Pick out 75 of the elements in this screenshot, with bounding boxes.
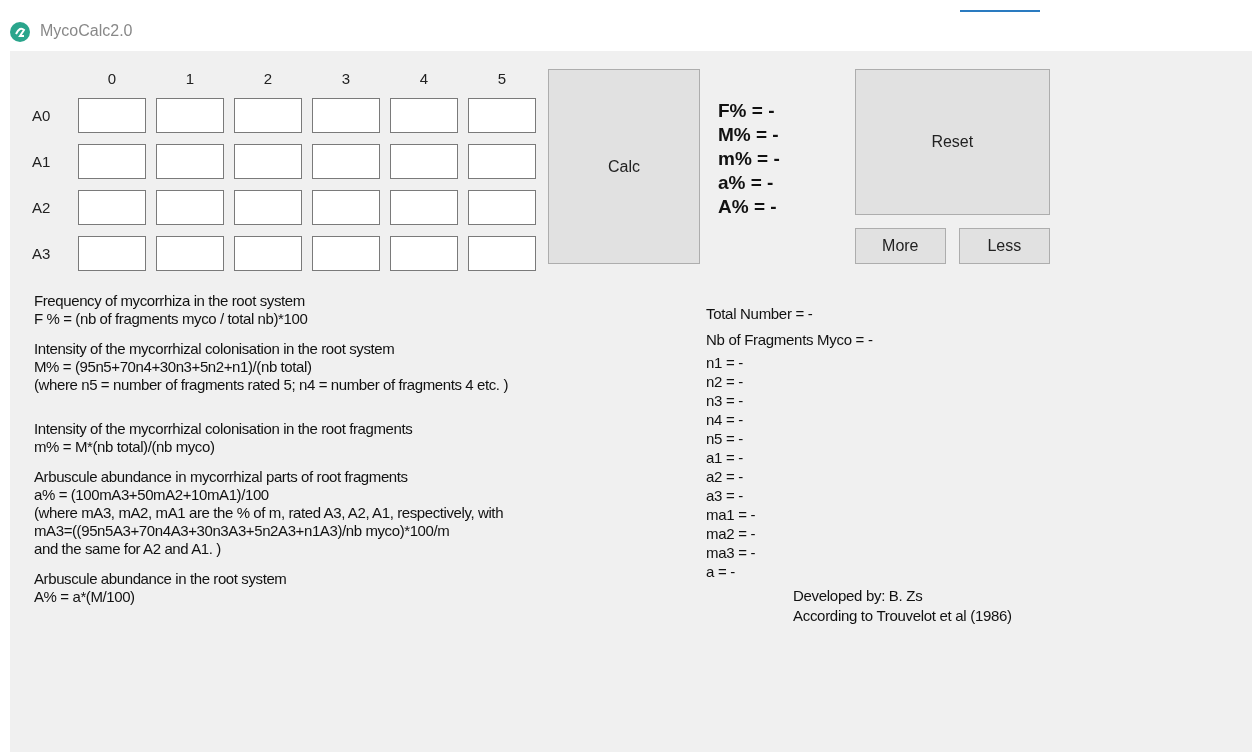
stat-label: ma1 = -	[706, 505, 757, 524]
stat-label: Total Number = -	[706, 304, 814, 324]
formula-text: mA3=((95n5A3+70n4A3+30n3A3+5n2A3+n1A3)/nb myco)*100/m	[34, 522, 451, 540]
input-field[interactable]	[78, 144, 146, 179]
stat-label: Nb of Fragments Myco = -	[706, 330, 874, 350]
formula-text: A% = a*(M/100)	[34, 588, 136, 606]
input-field[interactable]	[78, 236, 146, 271]
input-field[interactable]	[390, 190, 458, 225]
formula-text: m% = M*(nb total)/(nb myco)	[34, 438, 216, 456]
formula-text: (where mA3, mA2, mA1 are the % of m, rated A3, A2, A1, respectively, with	[34, 504, 505, 522]
input-field[interactable]	[78, 98, 146, 133]
input-field[interactable]	[468, 144, 536, 179]
column-header: 1	[184, 70, 196, 87]
column-header: 5	[496, 70, 508, 87]
app-icon	[10, 22, 30, 42]
formula-text: F % = (nb of fragments myco / total nb)*100	[34, 310, 309, 328]
input-field[interactable]	[234, 236, 302, 271]
row-label: A0	[31, 107, 52, 124]
input-field[interactable]	[234, 190, 302, 225]
column-header: 4	[418, 70, 430, 87]
input-field[interactable]	[468, 190, 536, 225]
more-button[interactable]: More	[854, 228, 946, 264]
stat-label: n1 = -	[706, 353, 744, 372]
reset-button[interactable]: Reset	[854, 69, 1050, 215]
row-label: A1	[31, 153, 52, 170]
input-field[interactable]	[468, 236, 536, 271]
formula-text: Frequency of mycorrhiza in the root system	[34, 292, 306, 310]
input-field[interactable]	[390, 236, 458, 271]
column-header: 3	[340, 70, 352, 87]
input-field[interactable]	[156, 190, 224, 225]
window-title: MycoCalc2.0	[40, 22, 133, 40]
stat-label: a3 = -	[706, 486, 744, 505]
formula-text: M% = (95n5+70n4+30n3+5n2+n1)/(nb total)	[34, 358, 313, 376]
stat-label: a2 = -	[706, 467, 744, 486]
formula-text: a% = (100mA3+50mA2+10mA1)/100	[34, 486, 270, 504]
calc-button[interactable]: Calc	[548, 69, 700, 264]
input-field[interactable]	[468, 98, 536, 133]
formula-text: Intensity of the mycorrhizal colonisation in the root fragments	[34, 420, 414, 438]
formula-text: Arbuscule abundance in mycorrhizal parts of root fragments	[34, 468, 409, 486]
input-field[interactable]	[156, 144, 224, 179]
stat-label: ma3 = -	[706, 543, 757, 562]
column-header: 0	[106, 70, 118, 87]
input-field[interactable]	[234, 144, 302, 179]
result-label: M% = -	[718, 123, 780, 147]
less-button[interactable]: Less	[958, 228, 1050, 264]
result-label: m% = -	[718, 147, 780, 171]
input-field[interactable]	[234, 98, 302, 133]
row-label: A3	[31, 245, 52, 262]
input-field[interactable]	[312, 98, 380, 133]
formula-text: Intensity of the mycorrhizal colonisation in the root system	[34, 340, 396, 358]
input-field[interactable]	[156, 236, 224, 271]
input-field[interactable]	[312, 190, 380, 225]
stat-label: a = -	[706, 562, 736, 581]
input-field[interactable]	[390, 98, 458, 133]
input-field[interactable]	[390, 144, 458, 179]
input-field[interactable]	[312, 144, 380, 179]
stat-label: n2 = -	[706, 372, 744, 391]
stat-label: n4 = -	[706, 410, 744, 429]
stat-label: n5 = -	[706, 429, 744, 448]
stat-label: n3 = -	[706, 391, 744, 410]
column-header: 2	[262, 70, 274, 87]
input-field[interactable]	[78, 190, 146, 225]
credit-text: According to Trouvelot et al (1986)	[793, 606, 1012, 626]
stat-label: a1 = -	[706, 448, 744, 467]
formula-text: (where n5 = number of fragments rated 5; n4 = number of fragments 4 etc. )	[34, 376, 509, 394]
result-label: a% = -	[718, 171, 775, 195]
input-field[interactable]	[156, 98, 224, 133]
result-label: F% = -	[718, 99, 776, 123]
stat-label: ma2 = -	[706, 524, 757, 543]
input-field[interactable]	[312, 236, 380, 271]
formula-text: and the same for A2 and A1. )	[34, 540, 222, 558]
row-label: A2	[31, 199, 52, 216]
result-label: A% = -	[718, 195, 778, 219]
formula-text: Arbuscule abundance in the root system	[34, 570, 288, 588]
credit-text: Developed by: B. Zs	[793, 586, 924, 606]
